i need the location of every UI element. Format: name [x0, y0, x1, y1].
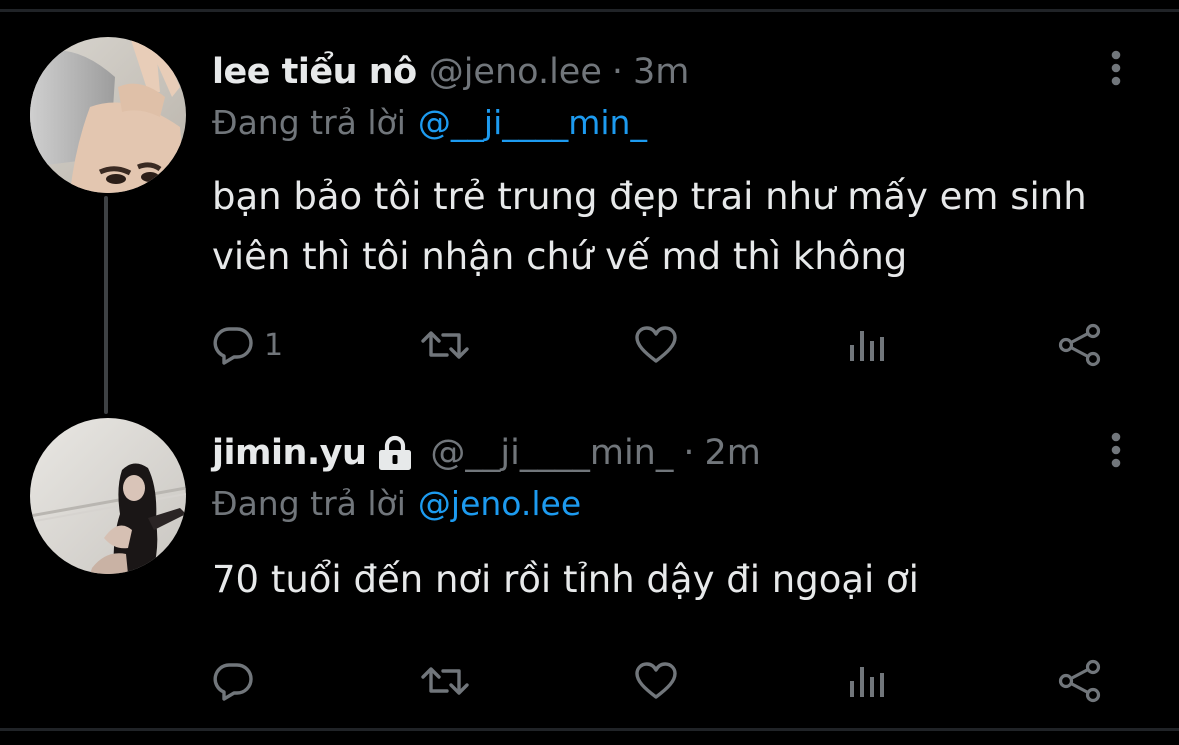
like-button[interactable]: [634, 320, 688, 370]
reply-bubble-icon: [213, 327, 253, 365]
tweet-text: 70 tuổi đến nơi rồi tỉnh dậy đi ngoại ơi: [212, 558, 919, 601]
views-button[interactable]: [848, 320, 888, 370]
views-chart-icon: [850, 667, 884, 697]
reply-button[interactable]: 1: [212, 320, 283, 370]
display-name[interactable]: lee tiểu nô: [212, 52, 417, 92]
lock-icon: [376, 435, 414, 471]
more-options-button[interactable]: [1103, 430, 1129, 470]
share-button[interactable]: [1057, 320, 1103, 370]
thread-connector-line: [104, 196, 108, 414]
share-icon: [1058, 323, 1101, 367]
separator-dot: ·: [611, 52, 623, 92]
retweet-icon: [421, 331, 469, 359]
tweet-text: bạn bảo tôi trẻ trung đẹp trai như mấy e…: [212, 175, 1087, 278]
views-chart-icon: [850, 331, 884, 361]
vertical-dots-icon: [1111, 432, 1121, 468]
reply-button[interactable]: [212, 656, 264, 706]
tweet-actions: 1: [212, 320, 1112, 370]
thread-view: lee tiểu nô @jeno.lee · 3m Đang trả lời @…: [0, 0, 1179, 745]
avatar[interactable]: [30, 418, 186, 574]
reply-count: 1: [264, 327, 284, 363]
bottom-divider: [0, 728, 1179, 731]
heart-icon: [635, 326, 677, 363]
display-name[interactable]: jimin.yu: [212, 433, 367, 473]
replying-to: Đang trả lời @__ji____min_: [212, 103, 647, 143]
retweet-icon: [421, 667, 469, 695]
avatar[interactable]: [30, 37, 186, 193]
vertical-dots-icon: [1111, 50, 1121, 86]
reply-mention-link[interactable]: @jeno.lee: [418, 484, 581, 523]
timestamp[interactable]: 2m: [705, 433, 761, 473]
top-divider: [0, 9, 1179, 12]
user-handle[interactable]: @__ji____min_: [430, 433, 673, 473]
views-button[interactable]: [848, 656, 888, 706]
separator-dot: ·: [683, 433, 695, 473]
heart-icon: [635, 662, 677, 699]
tweet-header: jimin.yu @__ji____min_ · 2m: [212, 433, 761, 473]
reply-mention-link[interactable]: @__ji____min_: [418, 103, 647, 142]
replying-to-label: Đang trả lời: [212, 103, 406, 142]
user-handle[interactable]: @jeno.lee: [429, 52, 602, 92]
retweet-button[interactable]: [420, 656, 480, 706]
timestamp[interactable]: 3m: [633, 52, 689, 92]
retweet-button[interactable]: [420, 320, 480, 370]
like-button[interactable]: [634, 656, 688, 706]
share-icon: [1058, 659, 1101, 703]
tweet-actions: [212, 656, 1112, 706]
replying-to-label: Đang trả lời: [212, 484, 406, 523]
reply-bubble-icon: [213, 663, 253, 701]
share-button[interactable]: [1057, 656, 1103, 706]
tweet-header: lee tiểu nô @jeno.lee · 3m: [212, 52, 689, 92]
replying-to: Đang trả lời @jeno.lee: [212, 484, 581, 524]
more-options-button[interactable]: [1103, 48, 1129, 88]
